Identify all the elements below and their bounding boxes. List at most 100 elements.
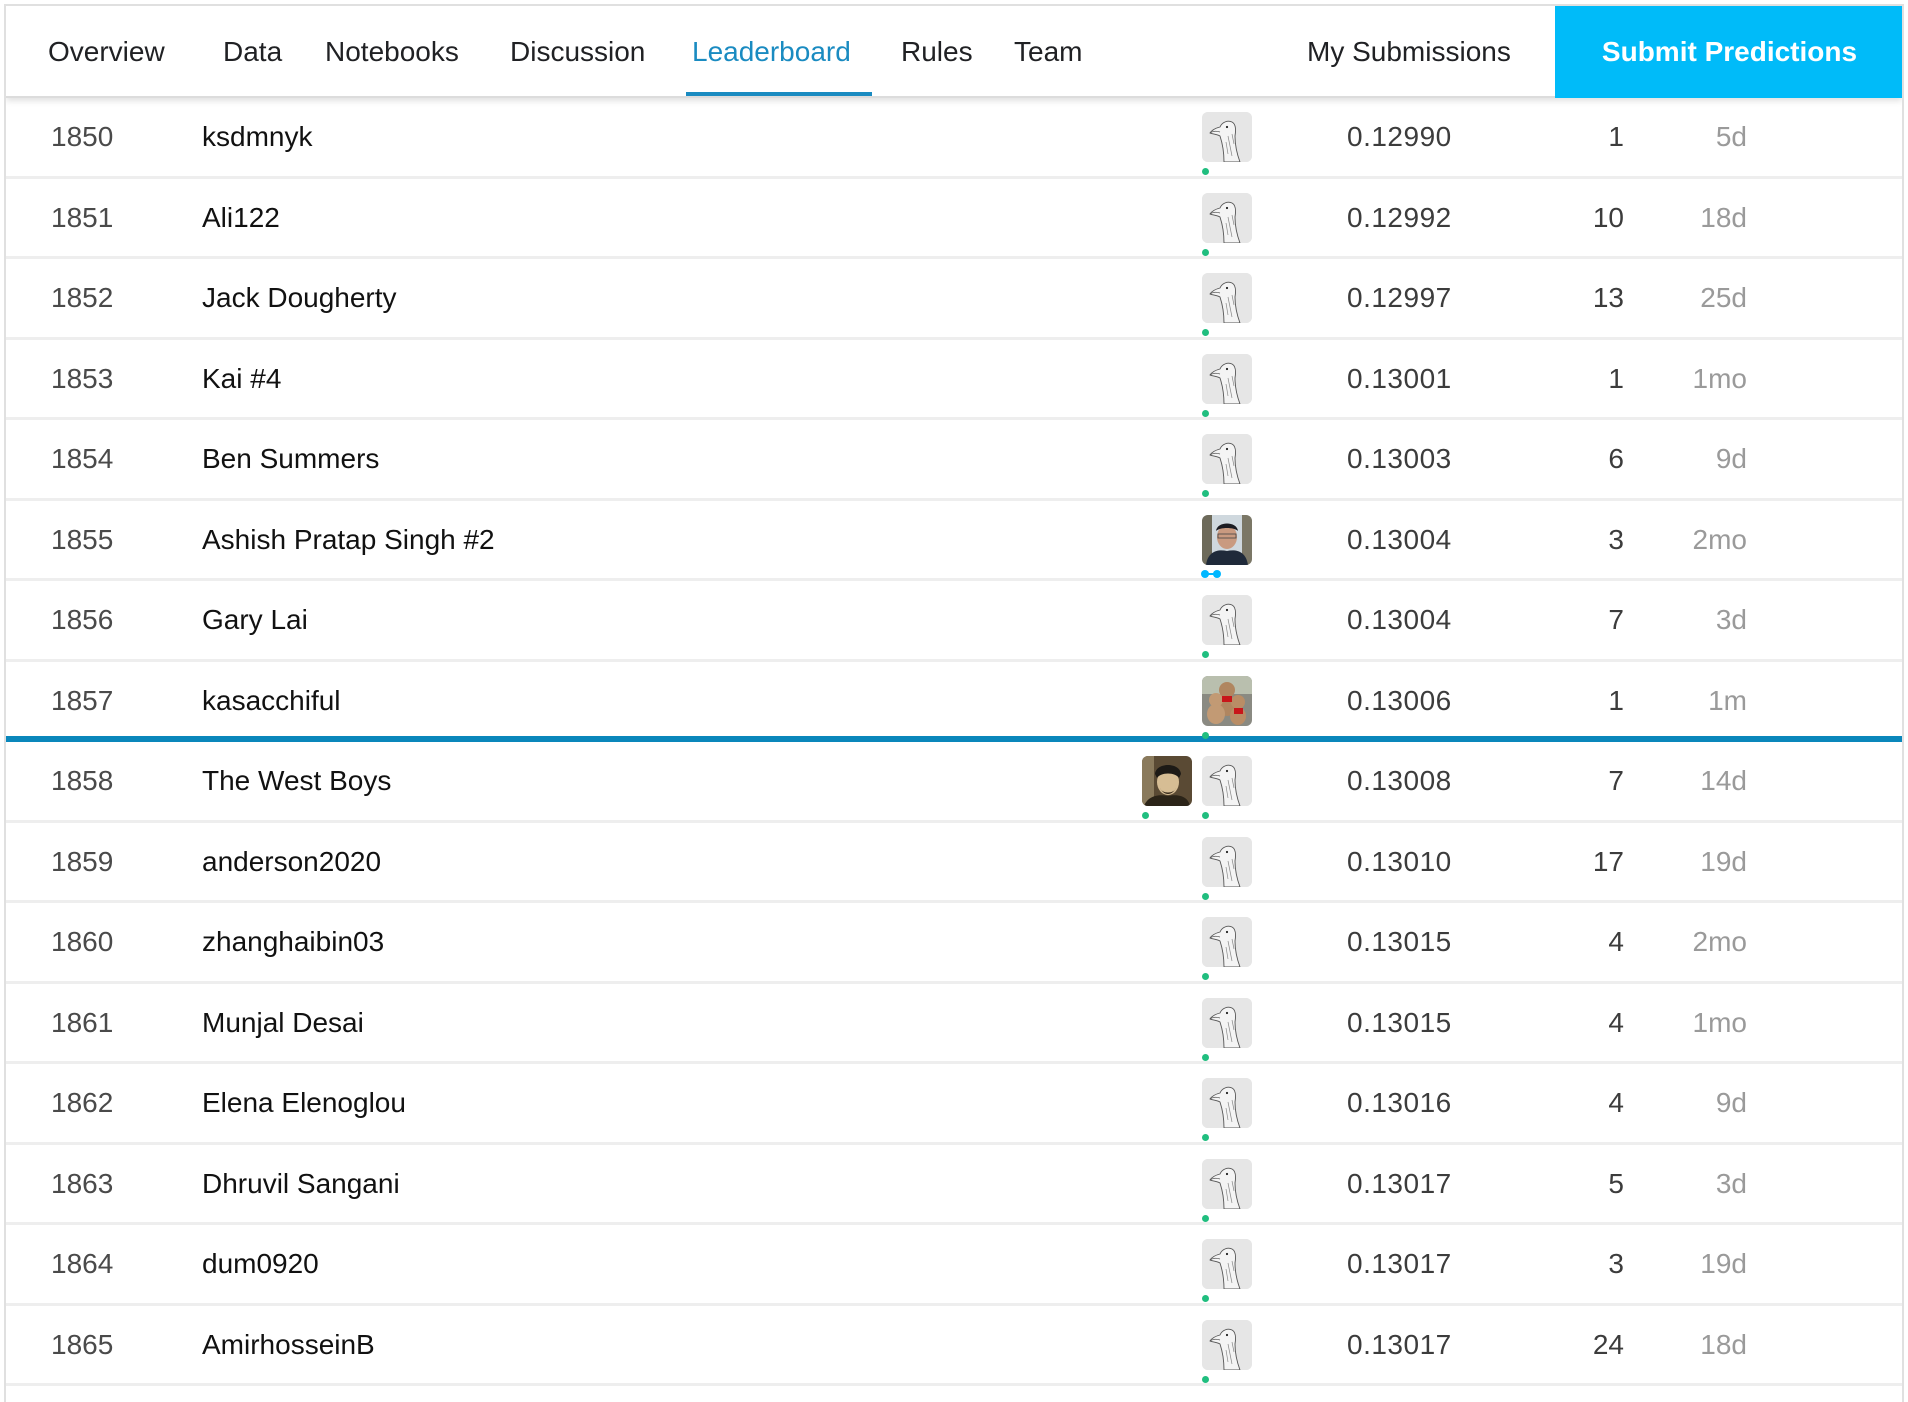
score-cell: 0.13001: [1347, 362, 1452, 394]
entries-cell: 24: [1592, 1328, 1624, 1360]
tab-data[interactable]: Data: [223, 6, 282, 98]
entries-cell: 1: [1608, 684, 1624, 716]
team-member: [1202, 1158, 1252, 1223]
rank-cell: 1850: [51, 121, 114, 152]
last-submission-cell: 3d: [1715, 1167, 1747, 1199]
contributor-tier-icon: [1202, 409, 1209, 417]
contributor-tier-icon: [1202, 892, 1209, 900]
team-member: [1202, 917, 1252, 981]
tab-discussion[interactable]: Discussion: [510, 6, 645, 98]
last-submission-cell: 3d: [1715, 604, 1747, 635]
score-cell: 0.13017: [1347, 1248, 1452, 1279]
last-submission-cell: 2mo: [1692, 523, 1747, 555]
default-goose-avatar-icon[interactable]: [1202, 595, 1252, 645]
team-member: [1202, 1239, 1252, 1303]
score-cell: 0.13004: [1347, 523, 1452, 555]
contributor-tier-icon: [1202, 973, 1209, 980]
last-submission-cell: 19d: [1700, 1248, 1747, 1279]
contributor-tier-icon: [1202, 1053, 1209, 1061]
leaderboard-row: 1855 Ashish Pratap Singh #2 0.13004 3 2mo: [6, 500, 1902, 581]
team-name-link[interactable]: dum0920: [202, 1225, 319, 1303]
default-goose-avatar-icon[interactable]: [1202, 192, 1252, 243]
last-submission-cell: 14d: [1700, 765, 1747, 796]
default-goose-avatar-icon[interactable]: [1202, 836, 1252, 887]
last-submission-cell: 25d: [1700, 282, 1747, 313]
user-photo-avatar-icon[interactable]: [1142, 756, 1192, 806]
competition-nav-bar: Overview Data Notebooks Discussion Leade…: [6, 6, 1902, 98]
entries-cell: 4: [1608, 1087, 1624, 1118]
tab-leaderboard[interactable]: Leaderboard: [692, 6, 851, 98]
team-name-link[interactable]: Jack Dougherty: [202, 259, 397, 337]
team-name-link[interactable]: Ashish Pratap Singh #2: [202, 501, 495, 579]
leaderboard-row: 1861 Munjal Desai 0.13015 4 1mo: [6, 983, 1902, 1064]
team-name-link[interactable]: Dhruvil Sangani: [202, 1145, 400, 1223]
team-name-link[interactable]: Kai #4: [202, 340, 281, 418]
team-member: [1202, 1319, 1252, 1384]
entries-cell: 10: [1592, 201, 1624, 233]
tab-notebooks[interactable]: Notebooks: [325, 6, 459, 98]
team-name-link[interactable]: Ben Summers: [202, 420, 379, 498]
team-name-link[interactable]: Elena Elenoglou: [202, 1064, 406, 1142]
team-member: [1202, 273, 1252, 337]
tab-team[interactable]: Team: [1014, 6, 1082, 98]
team-name-link[interactable]: zhanghaibin03: [202, 903, 384, 981]
default-goose-avatar-icon[interactable]: [1202, 353, 1252, 404]
team-member: [1202, 836, 1252, 901]
leaderboard-table: 1850 ksdmnyk 0.12990 1 5d 1851 Ali122 0.12992…: [6, 98, 1902, 1386]
last-submission-cell: 1mo: [1692, 1006, 1747, 1038]
my-submissions-link[interactable]: My Submissions: [1307, 6, 1511, 98]
team-name-link[interactable]: The West Boys: [202, 742, 391, 820]
entries-cell: 5: [1608, 1167, 1624, 1199]
leaderboard-row: 1854 Ben Summers 0.13003 6 9d: [6, 420, 1902, 501]
rank-cell: 1856: [51, 604, 114, 635]
contributor-tier-icon: [1202, 248, 1209, 256]
team-name-link[interactable]: Ali122: [202, 179, 280, 257]
contributor-tier-icon: [1202, 1134, 1209, 1141]
team-member: [1201, 514, 1252, 579]
last-submission-cell: 18d: [1700, 1328, 1747, 1360]
rank-cell: 1860: [51, 926, 114, 957]
leaderboard-row: 1851 Ali122 0.12992 10 18d: [6, 178, 1902, 259]
default-goose-avatar-icon[interactable]: [1202, 112, 1252, 162]
team-name-link[interactable]: kasacchiful: [202, 662, 341, 740]
team-name-link[interactable]: anderson2020: [202, 823, 381, 901]
tab-rules[interactable]: Rules: [901, 6, 973, 98]
rank-cell: 1852: [51, 282, 114, 313]
default-goose-avatar-icon[interactable]: [1202, 1158, 1252, 1209]
score-cell: 0.13004: [1347, 604, 1452, 635]
leaderboard-page: Overview Data Notebooks Discussion Leade…: [4, 4, 1904, 1402]
last-submission-cell: 1m: [1708, 684, 1747, 716]
score-cell: 0.13015: [1347, 1006, 1452, 1038]
team-name-link[interactable]: Munjal Desai: [202, 984, 364, 1062]
team-member: [1202, 1078, 1252, 1142]
score-cell: 0.12990: [1347, 121, 1452, 152]
score-cell: 0.13016: [1347, 1087, 1452, 1118]
default-goose-avatar-icon[interactable]: [1202, 1239, 1252, 1289]
team-name-link[interactable]: Gary Lai: [202, 581, 308, 659]
default-goose-avatar-icon[interactable]: [1202, 273, 1252, 323]
user-photo-avatar-icon[interactable]: [1202, 514, 1252, 565]
leaderboard-row: 1863 Dhruvil Sangani 0.13017 5 3d: [6, 1144, 1902, 1225]
default-goose-avatar-icon[interactable]: [1202, 1078, 1252, 1128]
score-cell: 0.12992: [1347, 201, 1452, 233]
default-goose-avatar-icon[interactable]: [1202, 756, 1252, 806]
default-goose-avatar-icon[interactable]: [1202, 917, 1252, 967]
team-name-link[interactable]: ksdmnyk: [202, 98, 312, 176]
team-member: [1202, 434, 1252, 498]
leaderboard-row: 1864 dum0920 0.13017 3 19d: [6, 1225, 1902, 1306]
team-name-link[interactable]: AmirhosseinB: [202, 1306, 375, 1384]
entries-cell: 1: [1608, 121, 1624, 152]
rank-cell: 1862: [51, 1087, 114, 1118]
rank-cell: 1859: [51, 845, 114, 877]
tab-overview[interactable]: Overview: [48, 6, 165, 98]
default-goose-avatar-icon[interactable]: [1202, 434, 1252, 484]
submit-predictions-button[interactable]: Submit Predictions: [1555, 6, 1902, 98]
rank-cell: 1865: [51, 1328, 114, 1360]
teddy-bears-photo-avatar-icon[interactable]: [1202, 675, 1252, 726]
team-member: [1202, 192, 1252, 257]
default-goose-avatar-icon[interactable]: [1202, 1319, 1252, 1370]
entries-cell: 13: [1592, 282, 1624, 313]
default-goose-avatar-icon[interactable]: [1202, 997, 1252, 1048]
score-cell: 0.13008: [1347, 765, 1452, 796]
contributor-tier-icon: [1202, 812, 1209, 819]
